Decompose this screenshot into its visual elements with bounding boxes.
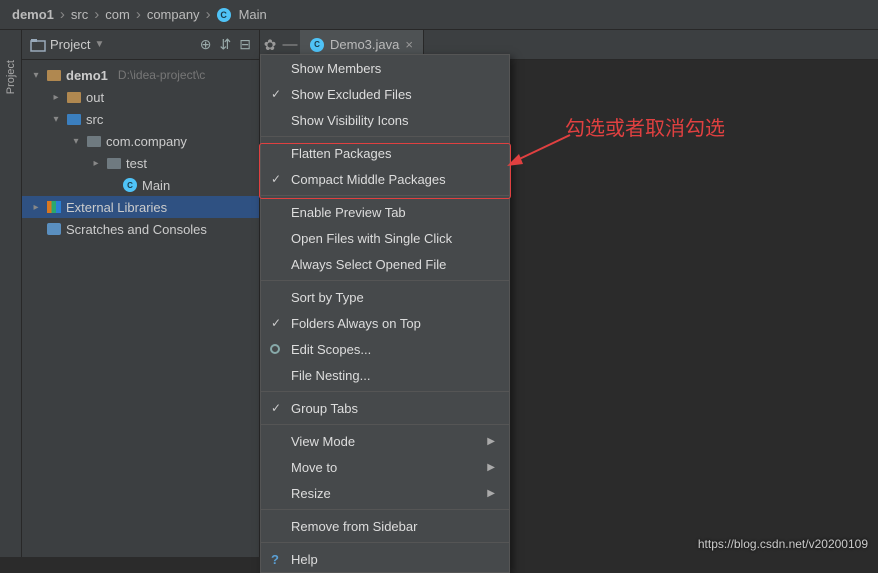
tree-row-package[interactable]: com.company [22, 130, 259, 152]
menu-resize[interactable]: Resize▶ [261, 480, 509, 506]
tree-row-project[interactable]: demo1 D:\idea-project\c [22, 64, 259, 86]
tree-row-test[interactable]: test [22, 152, 259, 174]
expand-icon[interactable]: ⇵ [220, 36, 232, 53]
tree-row-out[interactable]: out [22, 86, 259, 108]
chevron-right-icon: › [206, 6, 211, 23]
tree-row-src[interactable]: src [22, 108, 259, 130]
menu-separator [261, 542, 509, 543]
tree-label: test [126, 156, 147, 171]
scratches-icon [47, 223, 61, 235]
tree-label: Main [142, 178, 170, 193]
menu-group-tabs[interactable]: ✓Group Tabs [261, 395, 509, 421]
project-tree: demo1 D:\idea-project\c out src com.comp… [22, 60, 259, 557]
menu-edit-scopes[interactable]: Edit Scopes... [261, 336, 509, 362]
menu-show-excluded[interactable]: ✓Show Excluded Files [261, 81, 509, 107]
project-panel: Project ▼ ⊕ ⇵ ⊟ demo1 D:\idea-project\c … [22, 30, 260, 557]
dropdown-icon[interactable]: ▼ [94, 39, 104, 50]
menu-flatten-packages[interactable]: Flatten Packages [261, 140, 509, 166]
context-menu: Show Members ✓Show Excluded Files Show V… [260, 54, 510, 573]
folder-icon [47, 70, 61, 81]
menu-show-members[interactable]: Show Members [261, 55, 509, 81]
chevron-right-icon: › [136, 6, 141, 23]
class-icon: C [217, 8, 231, 22]
annotation-text: 勾选或者取消勾选 [565, 112, 725, 141]
menu-enable-preview[interactable]: Enable Preview Tab [261, 199, 509, 225]
package-icon [87, 136, 101, 147]
menu-always-select[interactable]: Always Select Opened File [261, 251, 509, 277]
tree-label: External Libraries [66, 200, 167, 215]
chevron-right-icon: › [60, 6, 65, 23]
submenu-icon: ▶ [487, 462, 495, 473]
minimize-icon[interactable]: — [280, 36, 300, 53]
target-icon[interactable]: ⊕ [200, 36, 212, 53]
tree-row-main[interactable]: C Main [22, 174, 259, 196]
submenu-icon: ▶ [487, 488, 495, 499]
package-icon [107, 158, 121, 169]
tree-label: Scratches and Consoles [66, 222, 207, 237]
project-panel-header: Project ▼ ⊕ ⇵ ⊟ [22, 30, 259, 60]
tree-row-external-libraries[interactable]: External Libraries [22, 196, 259, 218]
menu-separator [261, 280, 509, 281]
check-icon: ✓ [271, 87, 281, 101]
menu-file-nesting[interactable]: File Nesting... [261, 362, 509, 388]
project-tool-tab[interactable]: Project [0, 30, 22, 557]
class-icon: C [123, 178, 137, 192]
tree-hint: D:\idea-project\c [118, 68, 205, 82]
menu-separator [261, 509, 509, 510]
check-icon: ✓ [271, 316, 281, 330]
breadcrumb-item[interactable]: demo1 [12, 7, 54, 22]
panel-title: Project [50, 37, 90, 52]
chevron-right-icon: › [94, 6, 99, 23]
help-icon: ? [271, 552, 279, 567]
tree-label: demo1 [66, 68, 108, 83]
close-icon[interactable]: × [405, 37, 413, 52]
tree-row-scratches[interactable]: Scratches and Consoles [22, 218, 259, 240]
radio-icon [270, 344, 280, 354]
sidebar-tab-label: Project [5, 60, 17, 94]
menu-remove-sidebar[interactable]: Remove from Sidebar [261, 513, 509, 539]
breadcrumb: demo1 › src › com › company › C Main [0, 0, 878, 30]
check-icon: ✓ [271, 401, 281, 415]
menu-separator [261, 195, 509, 196]
breadcrumb-item[interactable]: company [147, 7, 200, 22]
menu-folders-top[interactable]: ✓Folders Always on Top [261, 310, 509, 336]
collapse-icon[interactable]: ⊟ [239, 36, 251, 53]
project-view-icon [30, 38, 46, 52]
breadcrumb-item[interactable]: Main [239, 7, 267, 22]
menu-sort-by-type[interactable]: Sort by Type [261, 284, 509, 310]
source-folder-icon [67, 114, 81, 125]
breadcrumb-item[interactable]: com [105, 7, 130, 22]
menu-view-mode[interactable]: View Mode▶ [261, 428, 509, 454]
tree-label: src [86, 112, 103, 127]
tree-label: com.company [106, 134, 187, 149]
libraries-icon [47, 201, 61, 213]
tree-label: out [86, 90, 104, 105]
class-icon: C [310, 38, 324, 52]
menu-help[interactable]: ?Help [261, 546, 509, 572]
tab-label: Demo3.java [330, 37, 399, 52]
gear-icon[interactable]: ✿ [260, 36, 280, 54]
menu-separator [261, 136, 509, 137]
check-icon: ✓ [271, 172, 281, 186]
menu-show-visibility[interactable]: Show Visibility Icons [261, 107, 509, 133]
menu-compact-middle-packages[interactable]: ✓Compact Middle Packages [261, 166, 509, 192]
watermark: https://blog.csdn.net/v20200109 [698, 537, 868, 551]
folder-icon [67, 92, 81, 103]
menu-separator [261, 424, 509, 425]
menu-separator [261, 391, 509, 392]
submenu-icon: ▶ [487, 436, 495, 447]
menu-move-to[interactable]: Move to▶ [261, 454, 509, 480]
breadcrumb-item[interactable]: src [71, 7, 88, 22]
menu-open-single-click[interactable]: Open Files with Single Click [261, 225, 509, 251]
